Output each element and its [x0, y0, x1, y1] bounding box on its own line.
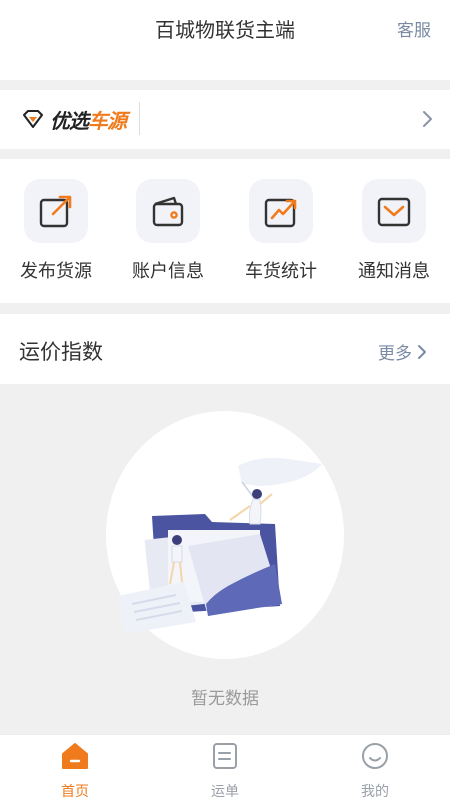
chevron-right-icon	[418, 344, 426, 359]
page-title: 百城物联货主端	[155, 18, 295, 42]
tab-home[interactable]: 首页	[0, 741, 150, 800]
quick-action-label: 通知消息	[358, 261, 430, 282]
quick-action-notifications[interactable]: 通知消息	[338, 179, 450, 283]
brand-logo: 优选车源	[22, 104, 127, 134]
profile-icon	[362, 743, 388, 769]
brand-text: 优选车源	[50, 108, 127, 133]
tab-profile[interactable]: 我的	[300, 741, 450, 800]
quick-action-label: 发布货源	[20, 261, 92, 282]
publish-icon	[24, 179, 88, 243]
customer-service-button[interactable]: 客服	[397, 16, 431, 41]
empty-state: 暂无数据	[0, 384, 450, 734]
bottom-tab-bar: 首页 运单 我的	[0, 734, 450, 800]
banner-divider	[139, 102, 140, 135]
featured-vehicles-banner[interactable]: 优选车源	[0, 90, 450, 149]
waybill-icon	[213, 743, 237, 769]
mail-icon	[362, 179, 426, 243]
stats-icon	[249, 179, 313, 243]
quick-actions: 发布货源 账户信息 车货统计 通知消息	[0, 159, 450, 303]
quick-action-label: 车货统计	[245, 261, 317, 282]
section-title: 运价指数	[19, 340, 103, 364]
tab-label: 我的	[361, 784, 389, 800]
home-icon	[62, 743, 88, 769]
quick-action-account[interactable]: 账户信息	[112, 179, 224, 283]
quick-action-label: 账户信息	[132, 261, 204, 282]
diamond-icon	[23, 110, 43, 128]
more-label: 更多	[378, 344, 412, 364]
quick-action-publish[interactable]: 发布货源	[0, 179, 112, 283]
empty-folder-illustration	[118, 458, 322, 634]
wallet-icon	[136, 179, 200, 243]
quick-action-stats[interactable]: 车货统计	[225, 179, 337, 283]
chevron-right-icon	[423, 111, 432, 127]
empty-state-text: 暂无数据	[191, 689, 259, 709]
app-header: 百城物联货主端 客服	[0, 0, 450, 80]
tab-label: 运单	[211, 784, 239, 800]
tab-waybill[interactable]: 运单	[150, 741, 300, 800]
freight-index-header: 运价指数 更多	[0, 314, 450, 384]
more-button[interactable]: 更多	[378, 339, 428, 364]
tab-label: 首页	[61, 784, 89, 800]
